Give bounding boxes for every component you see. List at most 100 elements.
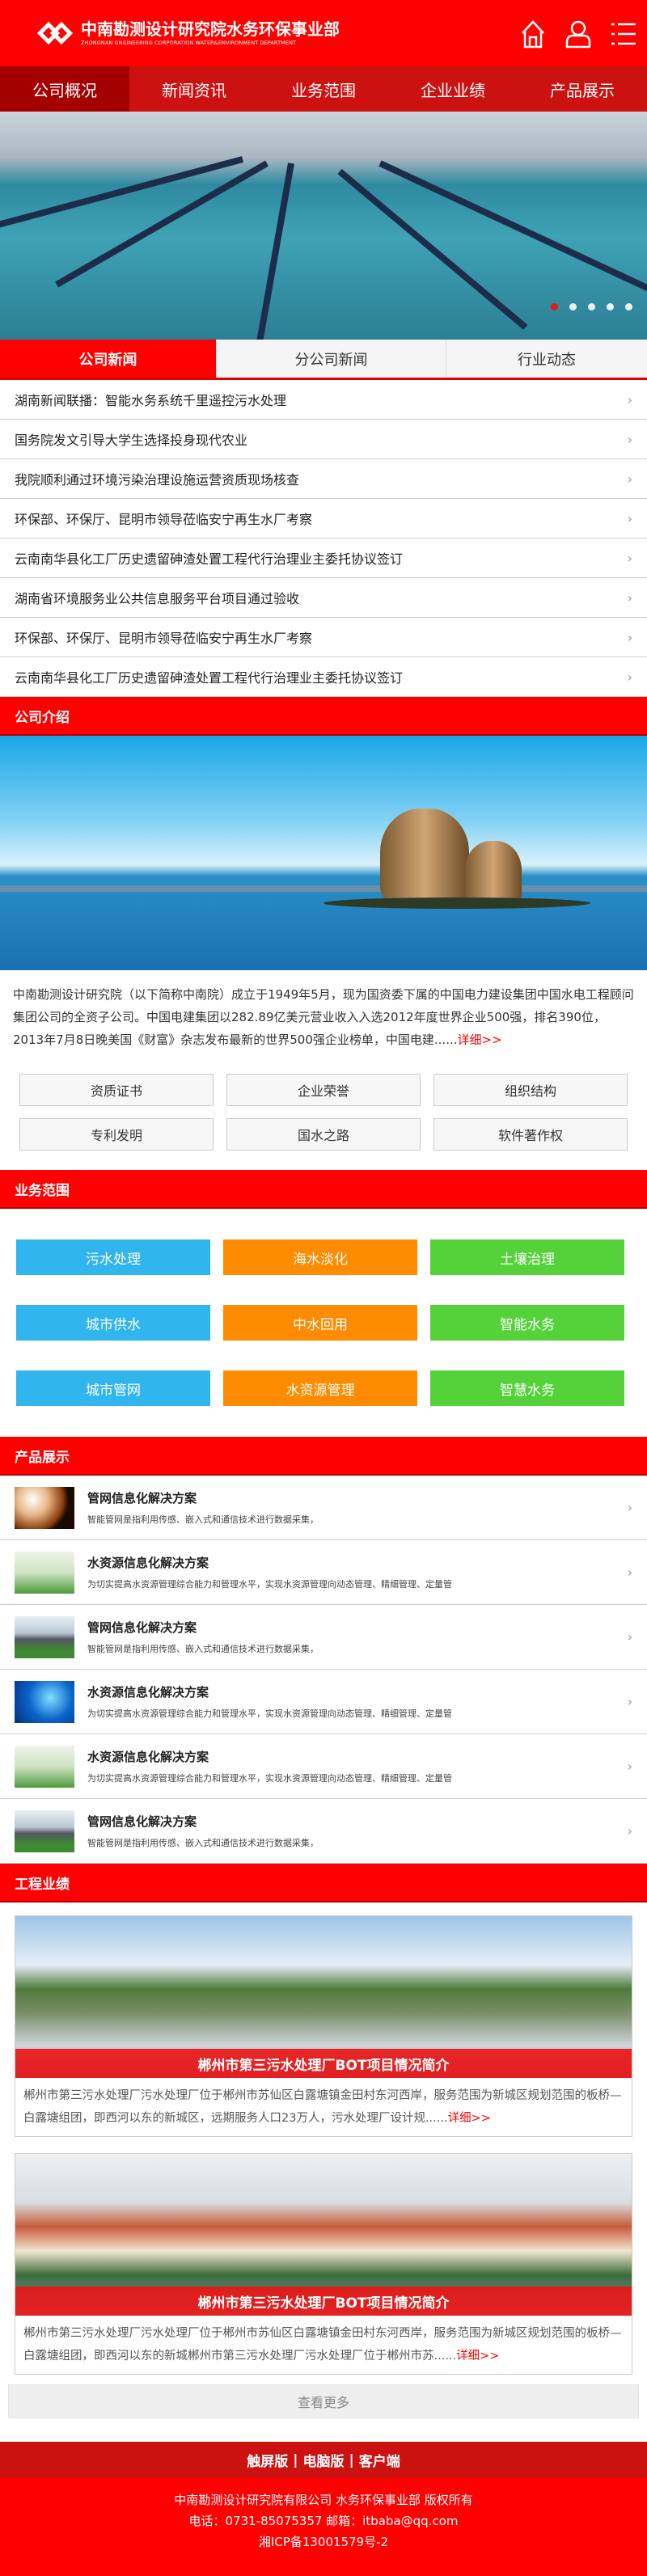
- product-title: 管网信息化解决方案: [87, 1814, 197, 1829]
- product-title: 管网信息化解决方案: [87, 1491, 197, 1505]
- intro-more-link[interactable]: 详细>>: [458, 1033, 502, 1047]
- tab-industry-news[interactable]: 行业动态: [446, 340, 647, 378]
- product-item[interactable]: 管网信息化解决方案智能管网是指利用传感、嵌入式和通信技术进行数据采集， ›: [0, 1799, 647, 1864]
- news-item[interactable]: 云南南华县化工厂历史遗留砷渣处置工程代行治理业主委托协议签订 ›: [0, 538, 647, 578]
- news-item[interactable]: 我院顺利通过环境污染治理设施运营资质现场核查 ›: [0, 459, 647, 499]
- intro-button[interactable]: 软件著作权: [433, 1118, 628, 1151]
- project-card[interactable]: 郴州市第三污水处理厂BOT项目情况简介 郴州市第三污水处理厂污水处理厂位于郴州市苏…: [15, 1915, 632, 2137]
- carousel-dot[interactable]: [625, 303, 632, 310]
- link-client[interactable]: 客户端: [359, 2450, 400, 2470]
- main-nav: 公司概况 新闻资讯 业务范围 企业业绩 产品展示: [0, 66, 647, 112]
- carousel-dot[interactable]: [607, 303, 614, 310]
- project-more-link[interactable]: 详细>>: [456, 2350, 499, 2363]
- footer-copyright: 中南勘测设计研究院有限公司 水务环保事业部 版权所有: [174, 2493, 473, 2507]
- product-item[interactable]: 管网信息化解决方案 智能管网是指利用传感、嵌入式和通信技术进行数据采集， ›: [0, 1605, 647, 1670]
- project-list: 郴州市第三污水处理厂BOT项目情况简介 郴州市第三污水处理厂污水处理厂位于郴州市苏…: [0, 1915, 647, 2375]
- product-title: 管网信息化解决方案: [87, 1620, 197, 1635]
- intro-button[interactable]: 组织结构: [433, 1074, 628, 1106]
- tab-company-news[interactable]: 公司新闻: [0, 340, 217, 378]
- carousel-dot[interactable]: [588, 303, 595, 310]
- news-item[interactable]: 云南南华县化工厂历史遗留砷渣处置工程代行治理业主委托协议签订 ›: [0, 657, 647, 697]
- carousel-dots: [551, 303, 632, 310]
- product-thumbnail: [15, 1745, 74, 1788]
- intro-image: [0, 736, 647, 970]
- service-button[interactable]: 智慧水务: [430, 1370, 624, 1406]
- intro-paragraph: 中南勘测设计研究院（以下简称中南院）成立于1949年5月，现为国资委下属的中国电…: [13, 987, 634, 1047]
- service-button[interactable]: 土壤治理: [430, 1239, 624, 1275]
- chevron-right-icon: ›: [627, 510, 632, 526]
- chevron-right-icon: ›: [627, 589, 632, 606]
- logo-icon[interactable]: [36, 19, 74, 47]
- carousel-dot[interactable]: [569, 303, 577, 310]
- chevron-right-icon: ›: [627, 669, 632, 685]
- hero-banner[interactable]: [0, 112, 647, 340]
- product-description: 智能管网是指利用传感、嵌入式和通信技术进行数据采集，: [87, 1838, 319, 1848]
- project-title[interactable]: 郴州市第三污水处理厂BOT项目情况简介: [15, 2049, 632, 2078]
- section-header-projects: 工程业绩: [0, 1864, 647, 1902]
- news-item[interactable]: 国务院发文引导大学生选择投身现代农业 ›: [0, 420, 647, 459]
- link-touch-version[interactable]: 触屏版: [247, 2450, 288, 2470]
- tab-branch-news[interactable]: 分公司新闻: [217, 340, 446, 378]
- intro-button[interactable]: 专利发明: [19, 1118, 214, 1151]
- product-description: 智能管网是指利用传感、嵌入式和通信技术进行数据采集，: [87, 1644, 319, 1654]
- product-thumbnail: [15, 1680, 74, 1723]
- intro-button[interactable]: 企业荣誉: [226, 1074, 421, 1106]
- product-title: 水资源信息化解决方案: [87, 1750, 209, 1764]
- chevron-right-icon: ›: [627, 629, 632, 645]
- news-item[interactable]: 环保部、环保厅、昆明市领导莅临安宁再生水厂考察 ›: [0, 618, 647, 657]
- project-image: 郴州市第三污水处理厂BOT项目情况简介: [15, 2154, 632, 2316]
- nav-business-scope[interactable]: 业务范围: [259, 66, 388, 112]
- news-tabs: 公司新闻 分公司新闻 行业动态: [0, 340, 647, 380]
- intro-text: 中南勘测设计研究院（以下简称中南院）成立于1949年5月，现为国资委下属的中国电…: [0, 970, 647, 1051]
- news-title: 我院顺利通过环境污染治理设施运营资质现场核查: [15, 472, 300, 488]
- service-button[interactable]: 海水淡化: [223, 1239, 417, 1275]
- product-thumbnail: [15, 1486, 74, 1529]
- product-thumbnail: [15, 1615, 74, 1658]
- footer: 中南勘测设计研究院有限公司 水务环保事业部 版权所有 电话：0731-85075…: [0, 2478, 647, 2576]
- project-summary: 郴州市第三污水处理厂污水处理厂位于郴州市苏仙区白露塘镇金田村东河西岸，服务范围为…: [15, 2078, 632, 2136]
- product-item[interactable]: 管网信息化解决方案 智能管网是指利用传感、嵌入式和通信技术进行数据采集， ›: [0, 1476, 647, 1540]
- product-item[interactable]: 水资源信息化解决方案 为切实提高水资源管理综合能力和管理水平，实现水资源管理向动态…: [0, 1540, 647, 1605]
- project-more-link[interactable]: 详细>>: [448, 2112, 491, 2125]
- news-item[interactable]: 环保部、环保厅、昆明市领导莅临安宁再生水厂考察 ›: [0, 499, 647, 538]
- intro-button[interactable]: 国水之路: [226, 1118, 421, 1151]
- project-card[interactable]: 郴州市第三污水处理厂BOT项目情况简介 郴州市第三污水处理厂污水处理厂位于郴州市苏…: [15, 2153, 632, 2375]
- carousel-dot[interactable]: [551, 303, 558, 310]
- news-title: 湖南省环境服务业公共信息服务平台项目通过验收: [15, 591, 300, 606]
- intro-button[interactable]: 资质证书: [19, 1074, 214, 1106]
- chevron-right-icon: ›: [627, 1823, 632, 1839]
- home-icon[interactable]: [519, 19, 547, 49]
- service-button[interactable]: 水资源管理: [223, 1370, 417, 1406]
- see-more-button[interactable]: 查看更多: [8, 2384, 639, 2418]
- nav-news[interactable]: 新闻资讯: [129, 66, 259, 112]
- news-title: 云南南华县化工厂历史遗留砷渣处置工程代行治理业主委托协议签订: [15, 670, 404, 686]
- service-button[interactable]: 智能水务: [430, 1305, 624, 1341]
- nav-achievements[interactable]: 企业业绩: [388, 66, 518, 112]
- service-button[interactable]: 城市管网: [16, 1370, 210, 1406]
- product-description: 为切实提高水资源管理综合能力和管理水平，实现水资源管理向动态管理、精细管理、定量…: [87, 1773, 452, 1784]
- product-title: 水资源信息化解决方案: [87, 1556, 209, 1570]
- service-button[interactable]: 污水处理: [16, 1239, 210, 1275]
- intro-buttons: 资质证书 企业荣誉 组织结构专利发明 国水之路 软件著作权: [0, 1051, 647, 1151]
- product-item[interactable]: 水资源信息化解决方案为切实提高水资源管理综合能力和管理水平，实现水资源管理向动态…: [0, 1734, 647, 1799]
- site-header: 中南勘测设计研究院水务环保事业部 ZHONGNAN GNGINEERING CO…: [0, 0, 647, 66]
- logo-text[interactable]: 中南勘测设计研究院水务环保事业部 ZHONGNAN GNGINEERING CO…: [81, 19, 340, 47]
- chevron-right-icon: ›: [627, 471, 632, 487]
- project-title[interactable]: 郴州市第三污水处理厂BOT项目情况简介: [15, 2287, 632, 2316]
- product-description: 为切实提高水资源管理综合能力和管理水平，实现水资源管理向动态管理、精细管理、定量…: [87, 1708, 452, 1719]
- service-button[interactable]: 城市供水: [16, 1305, 210, 1341]
- product-description: 智能管网是指利用传感、嵌入式和通信技术进行数据采集，: [87, 1514, 319, 1525]
- news-item[interactable]: 湖南省环境服务业公共信息服务平台项目通过验收 ›: [0, 578, 647, 618]
- user-icon[interactable]: [565, 19, 592, 49]
- footer-contact: 电话：0731-85075357 邮箱：itbaba@qq.com: [188, 2514, 459, 2528]
- menu-icon[interactable]: [610, 19, 637, 49]
- section-header-intro: 公司介绍: [0, 697, 647, 736]
- service-button[interactable]: 中水回用: [223, 1305, 417, 1341]
- footer-icp: 湘ICP备13001579号-2: [258, 2535, 389, 2549]
- product-item[interactable]: 水资源信息化解决方案 为切实提高水资源管理综合能力和管理水平，实现水资源管理向动态…: [0, 1670, 647, 1734]
- nav-products[interactable]: 产品展示: [518, 66, 647, 112]
- news-item[interactable]: 湖南新闻联播：智能水务系统千里遥控污水处理 ›: [0, 380, 647, 420]
- news-title: 云南南华县化工厂历史遗留砷渣处置工程代行治理业主委托协议签订: [15, 551, 404, 567]
- nav-company-overview[interactable]: 公司概况: [0, 66, 129, 112]
- link-pc-version[interactable]: 电脑版: [303, 2450, 345, 2470]
